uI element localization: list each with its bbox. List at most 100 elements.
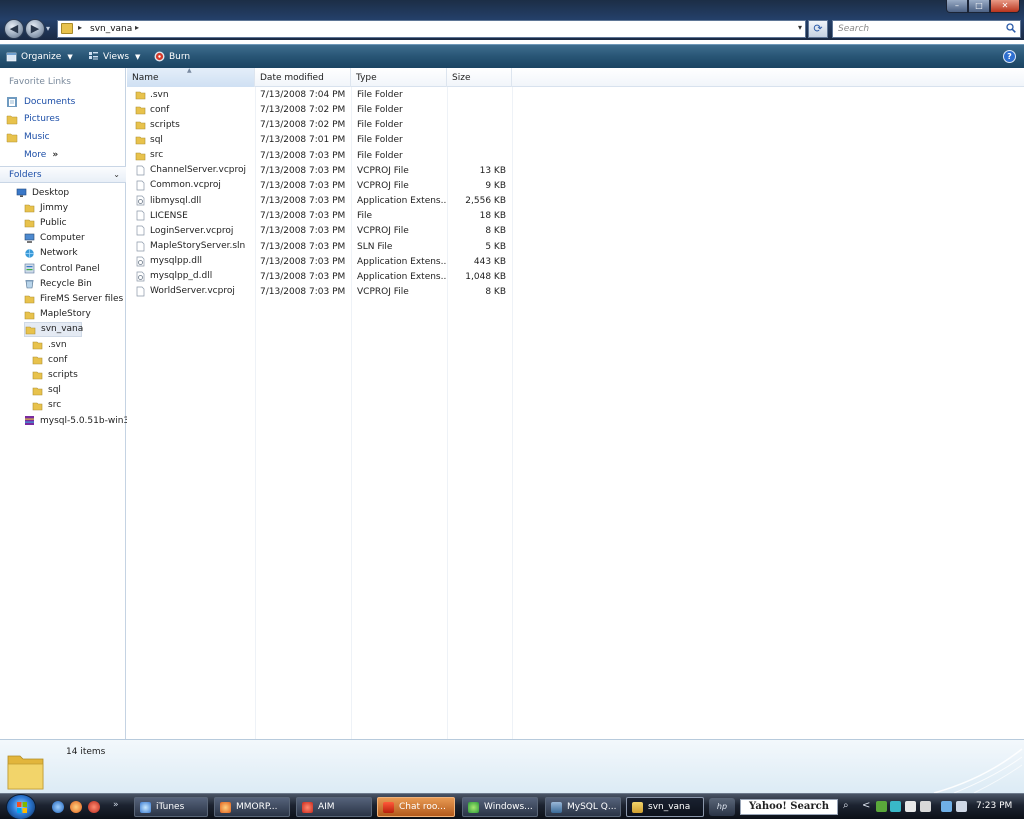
hp-logo-icon[interactable]: hp: [709, 798, 735, 816]
chevron-down-icon: ▼: [135, 52, 141, 61]
quick-launch-more-icon[interactable]: »: [113, 800, 119, 810]
tree-item-conf[interactable]: conf: [32, 352, 67, 367]
tree-item-network[interactable]: Network: [24, 246, 78, 261]
system-clock[interactable]: 7:23 PM: [976, 801, 1012, 811]
file-row[interactable]: WorldServer.vcproj 7/13/2008 7:03 PM VCPRO…: [127, 285, 512, 300]
burn-button[interactable]: Burn: [154, 51, 190, 62]
file-row[interactable]: ChannelServer.vcproj 7/13/2008 7:03 PM VCP…: [127, 164, 512, 179]
column-header-size[interactable]: Size: [447, 68, 512, 87]
favorite-link-documents[interactable]: Documents: [6, 95, 75, 109]
file-row[interactable]: Common.vcproj 7/13/2008 7:03 PM VCPROJ Fil…: [127, 179, 512, 194]
taskbar-button-chat-roo[interactable]: Chat roo...: [377, 797, 455, 817]
taskbar-button-svn-vana[interactable]: svn_vana: [626, 797, 704, 817]
tree-item-mysql-5-0-51b-win3[interactable]: mysql-5.0.51b-win3: [24, 413, 129, 428]
file-row[interactable]: mysqlpp.dll 7/13/2008 7:03 PM Application …: [127, 255, 512, 270]
file-name-cell[interactable]: conf: [135, 104, 253, 115]
file-name-cell[interactable]: MapleStoryServer.sln: [135, 241, 253, 252]
favorite-link-pictures[interactable]: Pictures: [6, 112, 60, 126]
tree-item-recycle-bin[interactable]: Recycle Bin: [24, 276, 92, 291]
internet-explorer-icon[interactable]: [52, 801, 64, 813]
tree-item-control-panel[interactable]: Control Panel: [24, 261, 100, 276]
search-icon[interactable]: ⌕: [843, 800, 849, 811]
close-button[interactable]: ✕: [990, 0, 1020, 13]
taskbar-button-mysql-q[interactable]: MySQL Q...: [545, 797, 621, 817]
tree-item-src[interactable]: src: [32, 398, 61, 413]
file-name-cell[interactable]: LICENSE: [135, 210, 253, 221]
column-header-name[interactable]: ▲ Name: [127, 67, 255, 87]
tree-item-firems-server-files[interactable]: FireMS Server files: [24, 291, 123, 306]
tree-item-computer[interactable]: Computer: [24, 231, 85, 246]
messenger-status-icon[interactable]: [876, 801, 887, 812]
tray-app-icon[interactable]: [890, 801, 901, 812]
taskbar-button-mmorp[interactable]: MMORP...: [214, 797, 290, 817]
file-row[interactable]: .svn 7/13/2008 7:04 PM File Folder: [127, 88, 512, 103]
file-name-cell[interactable]: ChannelServer.vcproj: [135, 165, 253, 176]
tree-item-desktop[interactable]: Desktop: [16, 185, 69, 200]
back-button[interactable]: ◀: [4, 19, 24, 39]
address-bar[interactable]: ▸ svn_vana ▸ ▾: [57, 20, 806, 38]
help-icon[interactable]: ?: [1003, 50, 1016, 63]
network-status-icon[interactable]: [941, 801, 952, 812]
file-type: File: [357, 211, 373, 222]
file-row[interactable]: conf 7/13/2008 7:02 PM File Folder: [127, 103, 512, 118]
file-name-cell[interactable]: Common.vcproj: [135, 180, 253, 191]
file-row[interactable]: sql 7/13/2008 7:01 PM File Folder: [127, 133, 512, 148]
tree-item-public[interactable]: Public: [24, 215, 67, 230]
breadcrumb-item[interactable]: svn_vana: [90, 24, 132, 34]
address-dropdown-icon[interactable]: ▾: [798, 23, 802, 32]
tree-item-label: svn_vana: [41, 324, 84, 335]
tray-update-icon[interactable]: [920, 801, 931, 812]
file-row[interactable]: libmysql.dll 7/13/2008 7:03 PM Application…: [127, 194, 512, 209]
column-header-type[interactable]: Type: [351, 68, 447, 87]
tree-item-maplestory[interactable]: MapleStory: [24, 307, 91, 322]
file-name-cell[interactable]: .svn: [135, 89, 253, 100]
firefox-icon[interactable]: [70, 801, 82, 813]
favorite-link-more[interactable]: More »: [24, 148, 58, 162]
tray-a-icon[interactable]: [905, 801, 916, 812]
file-row[interactable]: mysqlpp_d.dll 7/13/2008 7:03 PM Applicatio…: [127, 270, 512, 285]
organize-button[interactable]: Organize ▼: [6, 51, 73, 62]
search-icon[interactable]: [1006, 23, 1016, 33]
breadcrumb-arrow-icon[interactable]: ▸: [135, 23, 139, 32]
taskbar-button-windows[interactable]: Windows...: [462, 797, 538, 817]
views-button[interactable]: Views ▼: [88, 51, 140, 62]
tray-expand-icon[interactable]: <: [862, 800, 870, 811]
favorite-link-music[interactable]: Music: [6, 130, 50, 144]
file-row[interactable]: LoginServer.vcproj 7/13/2008 7:03 PM VCPRO…: [127, 224, 512, 239]
file-name-cell[interactable]: LoginServer.vcproj: [135, 225, 253, 236]
column-header-label: Size: [452, 73, 471, 83]
taskbar-button-aim[interactable]: AIM: [296, 797, 372, 817]
file-name-cell[interactable]: mysqlpp.dll: [135, 256, 253, 267]
file-row[interactable]: scripts 7/13/2008 7:02 PM File Folder: [127, 118, 512, 133]
file-name-cell[interactable]: scripts: [135, 119, 253, 130]
file-name-cell[interactable]: WorldServer.vcproj: [135, 286, 253, 297]
tree-item-svn-vana[interactable]: svn_vana: [24, 321, 84, 337]
refresh-button[interactable]: ⟳: [808, 20, 828, 38]
breadcrumb-arrow-icon[interactable]: ▸: [78, 23, 82, 32]
tree-item-sql[interactable]: sql: [32, 383, 61, 398]
tree-item-jimmy[interactable]: Jimmy: [24, 200, 68, 215]
column-header-date-modified[interactable]: Date modified: [255, 68, 351, 87]
file-row[interactable]: src 7/13/2008 7:03 PM File Folder: [127, 149, 512, 164]
search-input[interactable]: Search: [832, 20, 1021, 38]
yahoo-search-box[interactable]: Yahoo! Search: [740, 799, 838, 815]
file-icon: [136, 241, 145, 251]
file-name-cell[interactable]: src: [135, 150, 253, 161]
file-row[interactable]: MapleStoryServer.sln 7/13/2008 7:03 PM SLN…: [127, 240, 512, 255]
minimize-button[interactable]: –: [946, 0, 968, 13]
aim-icon[interactable]: [88, 801, 100, 813]
tree-item-scripts[interactable]: scripts: [32, 367, 78, 382]
recent-pages-dropdown[interactable]: ▾: [46, 24, 50, 33]
volume-icon[interactable]: [956, 801, 967, 812]
forward-button[interactable]: ▶: [25, 19, 45, 39]
maximize-button[interactable]: □: [968, 0, 990, 13]
file-name-cell[interactable]: libmysql.dll: [135, 195, 253, 206]
taskbar-button-itunes[interactable]: iTunes: [134, 797, 208, 817]
tree-item-svn[interactable]: .svn: [32, 337, 67, 352]
start-button[interactable]: [6, 794, 36, 819]
file-row[interactable]: LICENSE 7/13/2008 7:03 PM File 18 KB: [127, 209, 512, 224]
folders-header[interactable]: Folders ⌄: [0, 166, 126, 183]
file-name-cell[interactable]: sql: [135, 134, 253, 145]
file-name-cell[interactable]: mysqlpp_d.dll: [135, 271, 253, 282]
folder-icon: [24, 204, 35, 213]
